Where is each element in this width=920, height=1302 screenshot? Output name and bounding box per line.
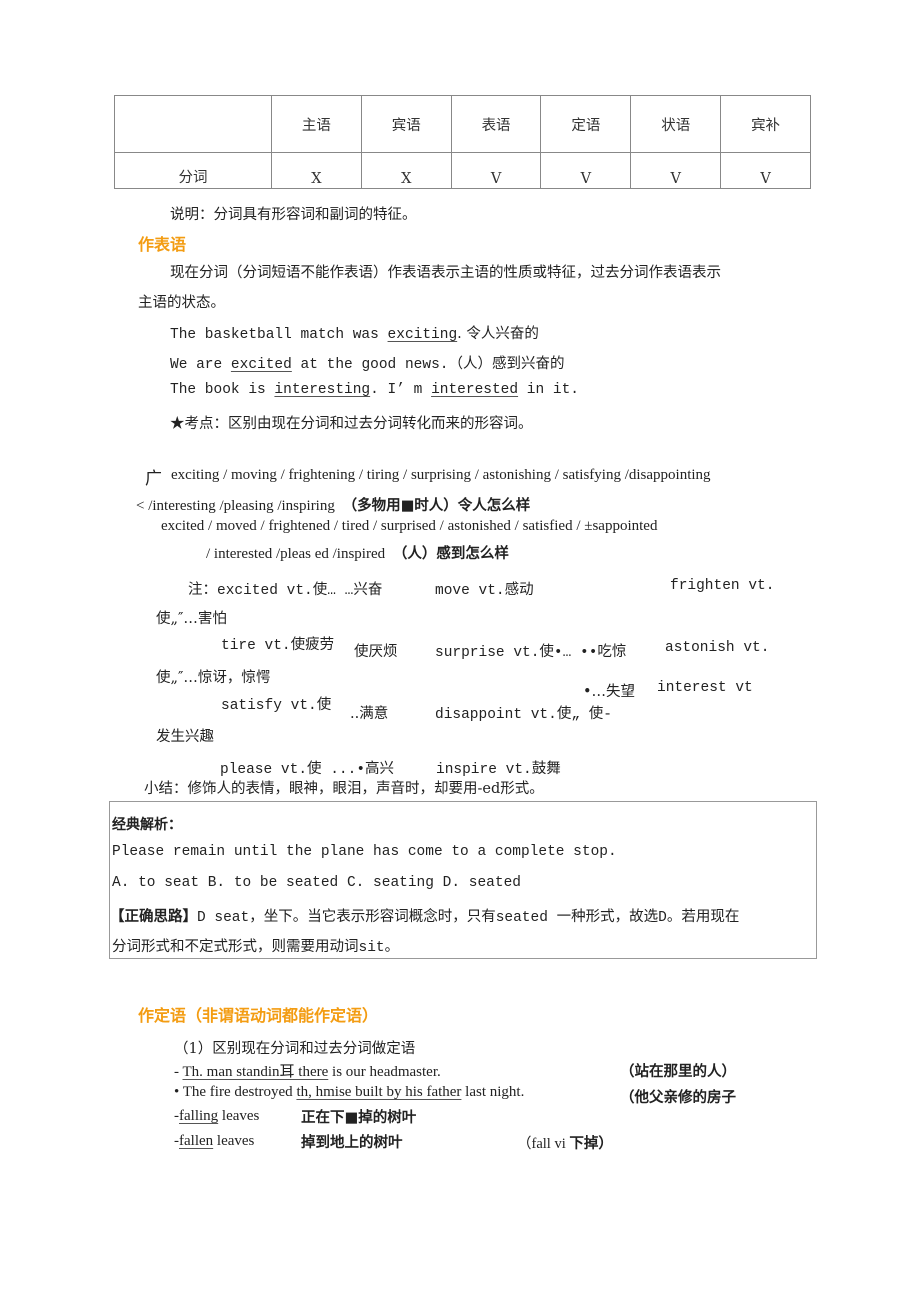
verb-note: interest vt <box>657 680 753 696</box>
intro-text-line1: 现在分词（分词短语不能作表语）作表语表示主语的性质或特征，过去分词作表语表示 <box>170 265 721 281</box>
verb-note: 发生兴趣 <box>156 729 214 745</box>
underlined-word: exciting <box>387 327 458 343</box>
table-header-cell: 宾语 <box>360 95 452 153</box>
verb-note: 使„″…惊讶，惊愕 <box>156 670 271 686</box>
table-cell: V <box>720 152 811 189</box>
table-header-cell: 表语 <box>450 95 542 153</box>
verb-note: satisfy vt.使 <box>221 698 332 714</box>
past-participle-list-line2: / interested /pleas ed /inspired （人）感到怎么… <box>206 542 509 563</box>
list-meaning: （多物用■时人）令人怎么样 <box>342 498 531 514</box>
example-text: The book is <box>170 382 275 398</box>
answer-text: D seat，坐下。当它表示形容词概念时，只有seated 一种形式，故选D。若… <box>197 910 740 926</box>
section-heading-attributive: 作定语（非谓语动词都能作定语） <box>138 1006 379 1025</box>
analysis-answer-line1: 【正确思路】D seat，坐下。当它表示形容词概念时，只有seated 一种形式… <box>110 905 739 926</box>
verb-note: inspire vt.鼓舞 <box>436 762 561 778</box>
list-meaning: （人）感到怎么样 <box>392 546 509 562</box>
present-participle-list-line2: < /interesting /pleasing /inspiring （多物用… <box>136 494 530 515</box>
example-text: . I’ m <box>370 382 432 398</box>
attributive-example: • The fire destroyed th, hmise built by … <box>174 1084 524 1101</box>
example-sentence: The book is interesting. I’ m interested… <box>170 382 579 398</box>
underlined-word: excited <box>230 357 292 373</box>
table-header-cell <box>114 95 272 153</box>
example-text: • The fire destroyed <box>174 1084 297 1100</box>
note-text: 说明：分词具有形容词和副词的特征。 <box>170 207 417 223</box>
verb-note: move vt.感动 <box>435 583 534 599</box>
underlined-word: falling <box>179 1108 219 1124</box>
subheading-text: （1）区别现在分词和过去分词做定语 <box>174 1041 416 1057</box>
verb-note: 使„″…害怕 <box>156 611 227 627</box>
example-text: at the good news.（人）感到兴奋的 <box>291 357 565 373</box>
underlined-word: interesting <box>274 382 371 398</box>
attributive-example: -fallen leaves <box>174 1133 254 1150</box>
attributive-example: -falling leaves <box>174 1108 259 1125</box>
past-participle-list-line1: excited / moved / frightened / tired / s… <box>161 518 658 534</box>
verb-note: 使厌烦 <box>354 644 398 660</box>
analysis-answer-line2: 分词形式和不定式形式，则需要用动词sit。 <box>112 940 400 956</box>
table-header-cell: 主语 <box>271 95 362 153</box>
list-mark-text: 广 <box>145 469 162 489</box>
present-participle-list-line1: exciting / moving / frightening / tiring… <box>171 467 711 483</box>
answer-label: 【正确思路】 <box>110 909 197 925</box>
verb-note: ..满意 <box>350 706 389 722</box>
underlined-word: interested <box>431 382 519 398</box>
example-meaning: 正在下■掉的树叶 <box>301 1110 417 1126</box>
example-text: The basketball match was <box>170 327 388 343</box>
verb-note: tire vt.使疲劳 <box>221 638 335 654</box>
verb-note: •…失望 <box>583 684 636 700</box>
analysis-title: 经典解析： <box>112 817 182 833</box>
participle-function-table: 主语 宾语 表语 定语 状语 宾补 分词 X X V V V V <box>114 95 811 189</box>
table-cell: V <box>630 152 722 189</box>
list-text: < /interesting /pleasing /inspiring <box>136 498 335 514</box>
list-text: / interested /pleas ed /inspired <box>206 546 386 562</box>
verb-note: disappoint vt.使„ 使- <box>435 707 612 723</box>
example-text: is our headmaster. <box>328 1064 441 1080</box>
analysis-question: Please remain until the plane has come t… <box>112 844 617 860</box>
verb-note: （fall vi 下掉） <box>517 1132 613 1153</box>
table-cell: 分词 <box>114 152 272 189</box>
underlined-phrase: th, hmise built by his father <box>296 1084 462 1100</box>
note-text: （fall vi <box>517 1136 570 1152</box>
verb-note: astonish vt. <box>665 640 770 656</box>
intro-text-line2: 主语的状态。 <box>138 295 225 311</box>
section-heading-predicative: 作表语 <box>138 235 187 254</box>
key-point-text: ★考点：区别由现在分词和过去分词转化而来的形容词。 <box>170 416 533 432</box>
example-sentence: We are excited at the good news.（人）感到兴奋的 <box>170 352 564 373</box>
attributive-example: - Th. man standin耳 there is our headmast… <box>174 1060 441 1081</box>
example-meaning: （站在那里的人） <box>620 1064 736 1080</box>
note-text: 下掉） <box>569 1136 613 1152</box>
example-meaning: （他父亲修的房子 <box>620 1090 736 1106</box>
example-text: . 令人兴奋的 <box>457 326 539 342</box>
table-header-cell: 宾补 <box>720 95 811 153</box>
summary-text: 小结：修饰人的表情，眼神，眼泪，声音时，却要用-ed形式。 <box>144 781 544 797</box>
verb-note: surprise vt.使•… ••吃惊 <box>435 645 627 661</box>
table-header-cell: 状语 <box>630 95 722 153</box>
verb-note: frighten vt. <box>670 578 775 594</box>
underlined-phrase: Th. man standin耳 there <box>182 1064 329 1080</box>
example-sentence: The basketball match was exciting. 令人兴奋的 <box>170 322 539 343</box>
table-cell: X <box>271 152 362 189</box>
list-mark-glyph: 广 <box>145 464 162 489</box>
table-cell: V <box>450 152 542 189</box>
table-cell: X <box>360 152 452 189</box>
example-text: leaves <box>218 1108 260 1124</box>
example-meaning: 掉到地上的树叶 <box>301 1135 403 1151</box>
table-header-cell: 定语 <box>540 95 632 153</box>
verb-note: 注：excited vt.使… …兴奋 <box>188 583 383 599</box>
classic-analysis-box: 经典解析： Please remain until the plane has … <box>109 801 817 959</box>
example-text: leaves <box>213 1133 255 1149</box>
table-cell: V <box>540 152 632 189</box>
table-header-row: 主语 宾语 表语 定语 状语 宾补 <box>114 95 811 153</box>
underlined-word: fallen <box>179 1133 214 1149</box>
table-row: 分词 X X V V V V <box>114 152 811 189</box>
verb-note: please vt.使 ...•高兴 <box>220 762 395 778</box>
example-text: last night. <box>461 1084 525 1100</box>
example-text: We are <box>170 357 231 373</box>
example-text: in it. <box>518 382 579 398</box>
analysis-options: A. to seat B. to be seated C. seating D.… <box>112 875 521 891</box>
